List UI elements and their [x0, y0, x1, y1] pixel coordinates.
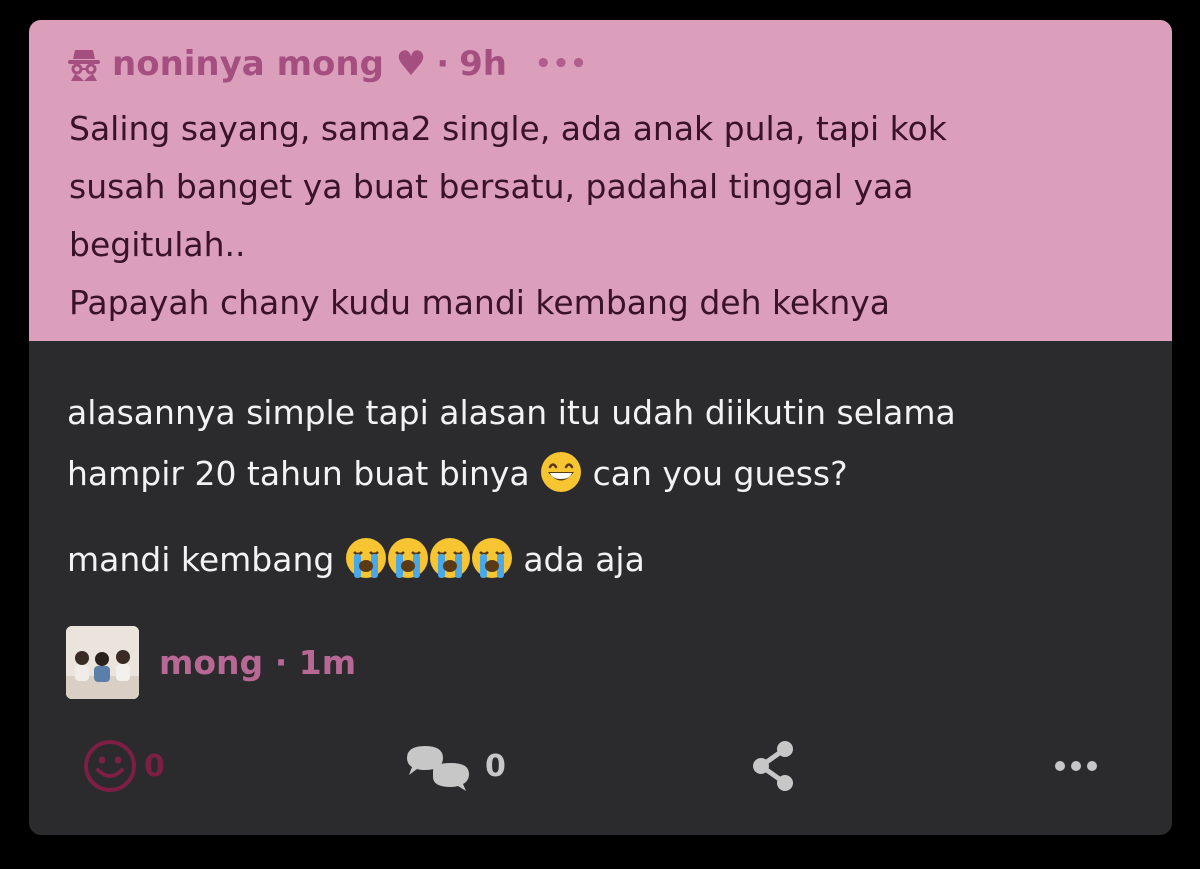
- quoted-line: begitulah..: [69, 225, 246, 264]
- smiley-reaction-icon: [84, 740, 136, 792]
- author-name-text[interactable]: mong: [159, 643, 263, 682]
- post-line-text: hampir 20 tahun buat binya: [67, 454, 530, 493]
- more-options-button[interactable]: [1052, 738, 1100, 794]
- post-text: alasannya simple tapi alasan itu udah di…: [67, 382, 1147, 590]
- post-time: 1m: [298, 643, 357, 682]
- loudly-crying-face-emoji-icon: [429, 538, 470, 578]
- quoted-post[interactable]: noninya mong ♥ · 9h ••• Saling sayang, s…: [29, 20, 1172, 341]
- post-line-text: can you guess?: [592, 454, 848, 493]
- comment-button[interactable]: 0: [403, 738, 506, 794]
- post-line: mandi kembang ada aja: [67, 529, 1147, 590]
- author-name[interactable]: mong · 1m: [159, 643, 356, 682]
- action-bar: 0 0: [29, 734, 1172, 794]
- comment-count: 0: [485, 748, 506, 784]
- reaction-count: 0: [144, 748, 165, 784]
- loudly-crying-face-emoji-icon: [471, 538, 512, 578]
- post-line-text: ada aja: [523, 540, 645, 579]
- post-line: hampir 20 tahun buat binya can you guess…: [67, 443, 1147, 504]
- quoted-post-text: Saling sayang, sama2 single, ada anak pu…: [69, 100, 1129, 332]
- quoted-more-button[interactable]: •••: [535, 49, 588, 79]
- reaction-button[interactable]: 0: [82, 738, 165, 794]
- loudly-crying-face-emoji-icon: [345, 538, 386, 578]
- quoted-line: susah banget ya buat bersatu, padahal ti…: [69, 167, 914, 206]
- quoted-post-time: 9h: [459, 44, 508, 84]
- quoted-post-header: noninya mong ♥ · 9h •••: [66, 40, 588, 88]
- loudly-crying-face-emoji-icon: [387, 538, 428, 578]
- comment-bubbles-icon: [407, 746, 469, 791]
- avatar[interactable]: [66, 626, 139, 699]
- spy-icon: [68, 50, 100, 81]
- author-row: mong · 1m: [66, 626, 356, 699]
- quoted-line: Saling sayang, sama2 single, ada anak pu…: [69, 109, 947, 148]
- grinning-face-emoji-icon: [541, 452, 582, 492]
- separator-dot: ·: [274, 643, 288, 682]
- share-icon: [753, 741, 793, 791]
- post-card: noninya mong ♥ · 9h ••• Saling sayang, s…: [29, 20, 1172, 835]
- quoted-author-name[interactable]: noninya mong ♥: [112, 44, 426, 84]
- share-button[interactable]: [749, 738, 799, 794]
- quoted-line: Papayah chany kudu mandi kembang deh kek…: [69, 283, 891, 322]
- separator-dot: ·: [436, 44, 450, 84]
- avatar-image: [66, 626, 139, 699]
- more-options-icon: [1055, 761, 1097, 771]
- post-line-text: mandi kembang: [67, 540, 335, 579]
- post-line: alasannya simple tapi alasan itu udah di…: [67, 393, 956, 432]
